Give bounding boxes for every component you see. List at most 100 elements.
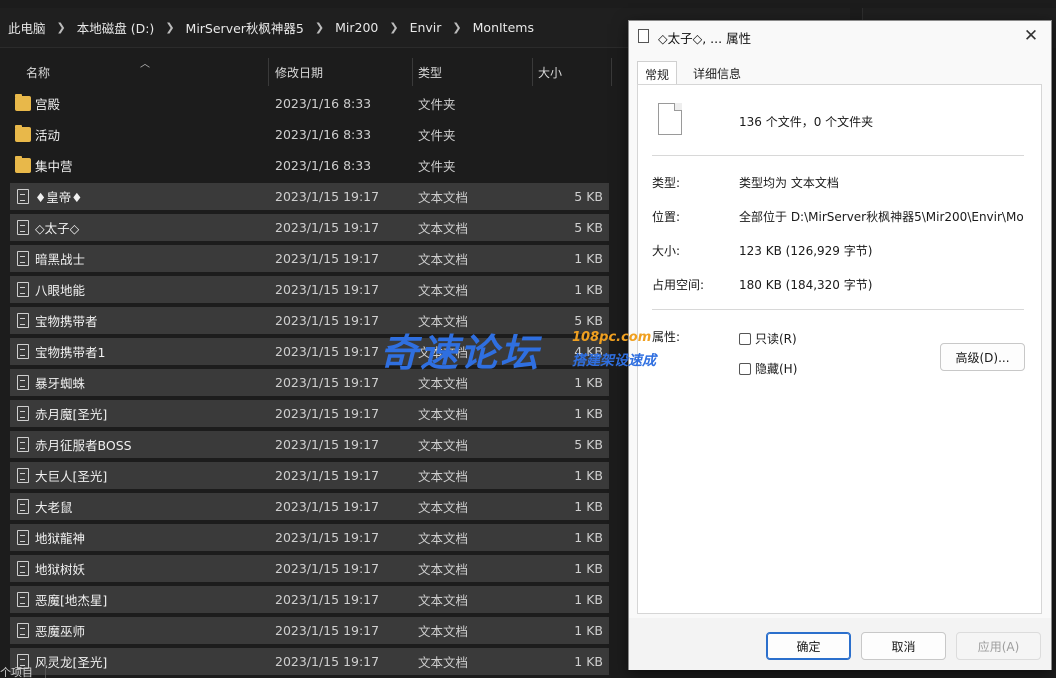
readonly-checkbox[interactable]: 只读(R) bbox=[739, 330, 797, 347]
general-panel: 136 个文件，0 个文件夹 类型: 类型均为 文本文档 位置: 全部位于 D:… bbox=[637, 84, 1042, 614]
file-row[interactable]: 宝物携带者1 2023/1/15 19:17 文本文档 4 KB bbox=[10, 338, 609, 365]
file-size: 1 KB bbox=[574, 561, 603, 576]
file-date: 2023/1/16 8:33 bbox=[275, 158, 372, 173]
document-icon bbox=[638, 29, 649, 43]
tab-general[interactable]: 常规 bbox=[637, 61, 677, 86]
file-row[interactable]: 大老鼠 2023/1/15 19:17 文本文档 1 KB bbox=[10, 493, 609, 520]
file-type: 文本文档 bbox=[418, 252, 469, 267]
file-name: 赤月魔[圣光] bbox=[35, 407, 108, 422]
text-document-icon bbox=[17, 592, 29, 607]
checkbox-box[interactable] bbox=[739, 362, 751, 375]
file-row[interactable]: 恶魔[地杰星] 2023/1/15 19:17 文本文档 1 KB bbox=[10, 586, 609, 613]
file-date: 2023/1/15 19:17 bbox=[275, 282, 380, 297]
file-name: 大巨人[圣光] bbox=[35, 469, 108, 484]
breadcrumb-item-this-pc[interactable]: 此电脑 ❯ bbox=[8, 18, 77, 37]
text-document-icon bbox=[17, 344, 29, 359]
column-divider[interactable] bbox=[268, 58, 269, 86]
breadcrumb-label: MirServer秋枫神器5 bbox=[185, 21, 304, 36]
file-date: 2023/1/15 19:17 bbox=[275, 406, 380, 421]
apply-button[interactable]: 应用(A) bbox=[956, 632, 1041, 660]
file-row[interactable]: 活动 2023/1/16 8:33 文件夹 bbox=[10, 121, 609, 148]
column-header-size[interactable]: 大小 bbox=[538, 56, 562, 88]
column-divider[interactable] bbox=[532, 58, 533, 86]
breadcrumb-item-mirserver[interactable]: MirServer秋枫神器5 ❯ bbox=[186, 18, 336, 37]
file-row[interactable]: 地狱树妖 2023/1/15 19:17 文本文档 1 KB bbox=[10, 555, 609, 582]
breadcrumb-item-mir200[interactable]: Mir200 ❯ bbox=[335, 20, 409, 35]
file-name: 暴牙蜘蛛 bbox=[35, 376, 86, 391]
file-type: 文本文档 bbox=[418, 190, 469, 205]
breadcrumb-label: Mir200 bbox=[335, 20, 379, 35]
file-date: 2023/1/15 19:17 bbox=[275, 499, 380, 514]
breadcrumb-item-envir[interactable]: Envir ❯ bbox=[410, 20, 473, 35]
file-size: 1 KB bbox=[574, 375, 603, 390]
file-count: 136 个文件，0 个文件夹 bbox=[739, 115, 874, 129]
chevron-right-icon: ❯ bbox=[452, 21, 462, 34]
column-header-name[interactable]: 名称 bbox=[26, 56, 50, 88]
file-date: 2023/1/15 19:17 bbox=[275, 592, 380, 607]
file-size: 1 KB bbox=[574, 406, 603, 421]
file-row[interactable]: 恶魔巫师 2023/1/15 19:17 文本文档 1 KB bbox=[10, 617, 609, 644]
advanced-button[interactable]: 高级(D)... bbox=[940, 343, 1025, 371]
size-on-disk-value: 180 KB (184,320 字节) bbox=[739, 278, 873, 292]
column-divider[interactable] bbox=[611, 58, 612, 86]
text-document-icon bbox=[17, 282, 29, 297]
column-divider[interactable] bbox=[412, 58, 413, 86]
file-size: 1 KB bbox=[574, 468, 603, 483]
breadcrumb-label: 本地磁盘 (D:) bbox=[76, 21, 155, 36]
file-row[interactable]: 大巨人[圣光] 2023/1/15 19:17 文本文档 1 KB bbox=[10, 462, 609, 489]
file-date: 2023/1/15 19:17 bbox=[275, 189, 380, 204]
text-document-icon bbox=[17, 530, 29, 545]
file-date: 2023/1/15 19:17 bbox=[275, 313, 380, 328]
breadcrumb-item-drive[interactable]: 本地磁盘 (D:) ❯ bbox=[77, 18, 186, 37]
file-row[interactable]: 宝物携带者 2023/1/15 19:17 文本文档 5 KB bbox=[10, 307, 609, 334]
file-name: ◇太子◇ bbox=[35, 221, 80, 236]
type-value: 类型均为 文本文档 bbox=[739, 176, 839, 190]
file-type: 文本文档 bbox=[418, 438, 469, 453]
text-document-icon bbox=[17, 437, 29, 452]
tab-details[interactable]: 详细信息 bbox=[687, 61, 747, 85]
divider bbox=[652, 155, 1024, 156]
file-type: 文本文档 bbox=[418, 531, 469, 546]
file-type: 文本文档 bbox=[418, 469, 469, 484]
file-row[interactable]: ◇太子◇ 2023/1/15 19:17 文本文档 5 KB bbox=[10, 214, 609, 241]
file-date: 2023/1/15 19:17 bbox=[275, 220, 380, 235]
file-row[interactable]: 地狱龍神 2023/1/15 19:17 文本文档 1 KB bbox=[10, 524, 609, 551]
column-header-type[interactable]: 类型 bbox=[418, 56, 442, 88]
close-button[interactable]: ✕ bbox=[1021, 26, 1041, 46]
chevron-right-icon: ❯ bbox=[165, 21, 175, 34]
file-row[interactable]: 暴牙蜘蛛 2023/1/15 19:17 文本文档 1 KB bbox=[10, 369, 609, 396]
file-row[interactable]: 八眼地能 2023/1/15 19:17 文本文档 1 KB bbox=[10, 276, 609, 303]
column-header-date[interactable]: 修改日期 bbox=[275, 56, 323, 88]
file-type: 文本文档 bbox=[418, 407, 469, 422]
breadcrumb-item-monitems[interactable]: MonItems bbox=[473, 20, 534, 35]
file-row[interactable]: ♦皇帝♦ 2023/1/15 19:17 文本文档 5 KB bbox=[10, 183, 609, 210]
cancel-button[interactable]: 取消 bbox=[861, 632, 946, 660]
text-document-icon bbox=[17, 468, 29, 483]
location-value: 全部位于 D:\MirServer秋枫神器5\Mir200\Envir\Mo bbox=[739, 210, 1024, 224]
file-row[interactable]: 赤月魔[圣光] 2023/1/15 19:17 文本文档 1 KB bbox=[10, 400, 609, 427]
file-date: 2023/1/15 19:17 bbox=[275, 468, 380, 483]
hidden-checkbox[interactable]: 隐藏(H) bbox=[739, 360, 797, 377]
checkbox-box[interactable] bbox=[739, 332, 751, 345]
folder-icon bbox=[15, 94, 31, 111]
location-label: 位置: bbox=[652, 210, 681, 224]
text-document-icon bbox=[17, 561, 29, 576]
status-divider bbox=[45, 664, 46, 678]
dialog-title-bar[interactable]: ◇太子◇, ... 属性 ✕ bbox=[629, 21, 1051, 51]
size-label: 大小: bbox=[652, 244, 681, 258]
chevron-right-icon: ❯ bbox=[389, 21, 399, 34]
file-name: 宫殿 bbox=[35, 97, 61, 112]
attributes-label: 属性: bbox=[652, 330, 681, 344]
file-type: 文本文档 bbox=[418, 593, 469, 608]
item-count: 个项目 bbox=[0, 666, 33, 678]
ok-button[interactable]: 确定 bbox=[766, 632, 851, 660]
file-name: 恶魔巫师 bbox=[35, 624, 86, 639]
text-document-icon bbox=[17, 406, 29, 421]
file-size: 4 KB bbox=[574, 344, 603, 359]
file-row[interactable]: 赤月征服者BOSS 2023/1/15 19:17 文本文档 5 KB bbox=[10, 431, 609, 458]
file-row[interactable]: 集中营 2023/1/16 8:33 文件夹 bbox=[10, 152, 609, 179]
file-row[interactable]: 宫殿 2023/1/16 8:33 文件夹 bbox=[10, 90, 609, 117]
file-row[interactable]: 暗黑战士 2023/1/15 19:17 文本文档 1 KB bbox=[10, 245, 609, 272]
file-type: 文本文档 bbox=[418, 624, 469, 639]
text-document-icon bbox=[17, 375, 29, 390]
